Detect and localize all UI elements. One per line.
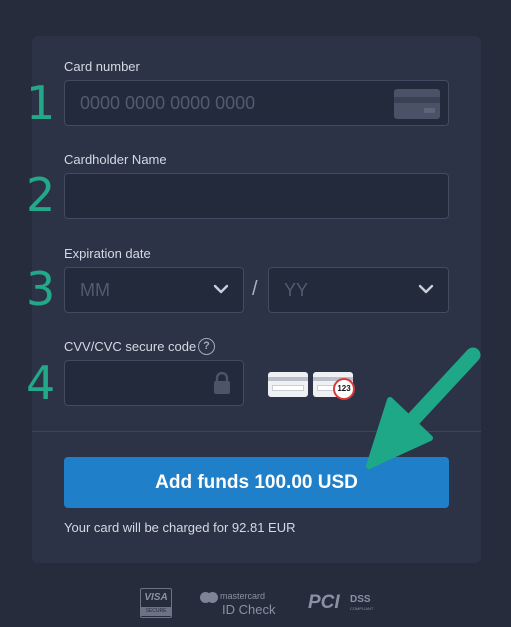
visa-badge-text: VISA (144, 592, 168, 603)
step-number-2: 2 (26, 168, 56, 222)
expiration-date-label: Expiration date (64, 246, 151, 261)
card-back-example (268, 372, 308, 397)
expiration-month-select[interactable]: MM (64, 267, 244, 313)
step-number-1: 1 (26, 76, 56, 130)
pci-badge-text: PCI (308, 592, 340, 613)
cvv-label: CVV/CVC secure code (64, 339, 197, 354)
mastercard-badge-text: mastercard (220, 591, 266, 601)
mastercard-logo-icon (200, 592, 220, 604)
pci-badge-dss: DSS (350, 594, 371, 605)
mastercard-badge-subtext: ID Check (222, 602, 276, 617)
add-funds-button[interactable]: Add funds 100.00 USD (64, 457, 449, 508)
lock-icon (214, 372, 230, 394)
step-number-3: 3 (26, 262, 56, 316)
security-badges: VISA SECURE mastercard ID Check PCI DSS … (0, 585, 511, 621)
credit-card-icon (394, 89, 440, 119)
chevron-down-icon (213, 284, 229, 294)
cvv-input[interactable] (64, 360, 244, 406)
card-number-label: Card number (64, 59, 140, 74)
expiration-separator: / (252, 278, 258, 300)
expiration-year-select[interactable]: YY (268, 267, 449, 313)
cardholder-name-label: Cardholder Name (64, 152, 167, 167)
visa-secure-badge: VISA SECURE (140, 588, 172, 618)
divider (32, 431, 481, 432)
help-icon[interactable]: ? (198, 338, 215, 355)
card-number-input[interactable]: 0000 0000 0000 0000 (64, 80, 449, 126)
step-number-4: 4 (26, 356, 56, 410)
cardholder-name-input[interactable] (64, 173, 449, 219)
charge-note: Your card will be charged for 92.81 EUR (64, 520, 296, 535)
visa-badge-subtext: SECURE (141, 607, 171, 616)
cvc-example-code: 123 (333, 378, 355, 400)
expiration-month-placeholder: MM (80, 280, 110, 300)
pci-badge-compliant: COMPLIANT (350, 606, 374, 611)
pci-dss-badge: PCI DSS COMPLIANT (306, 588, 376, 618)
card-number-placeholder: 0000 0000 0000 0000 (80, 93, 256, 113)
expiration-year-placeholder: YY (284, 280, 309, 300)
chevron-down-icon (418, 284, 434, 294)
